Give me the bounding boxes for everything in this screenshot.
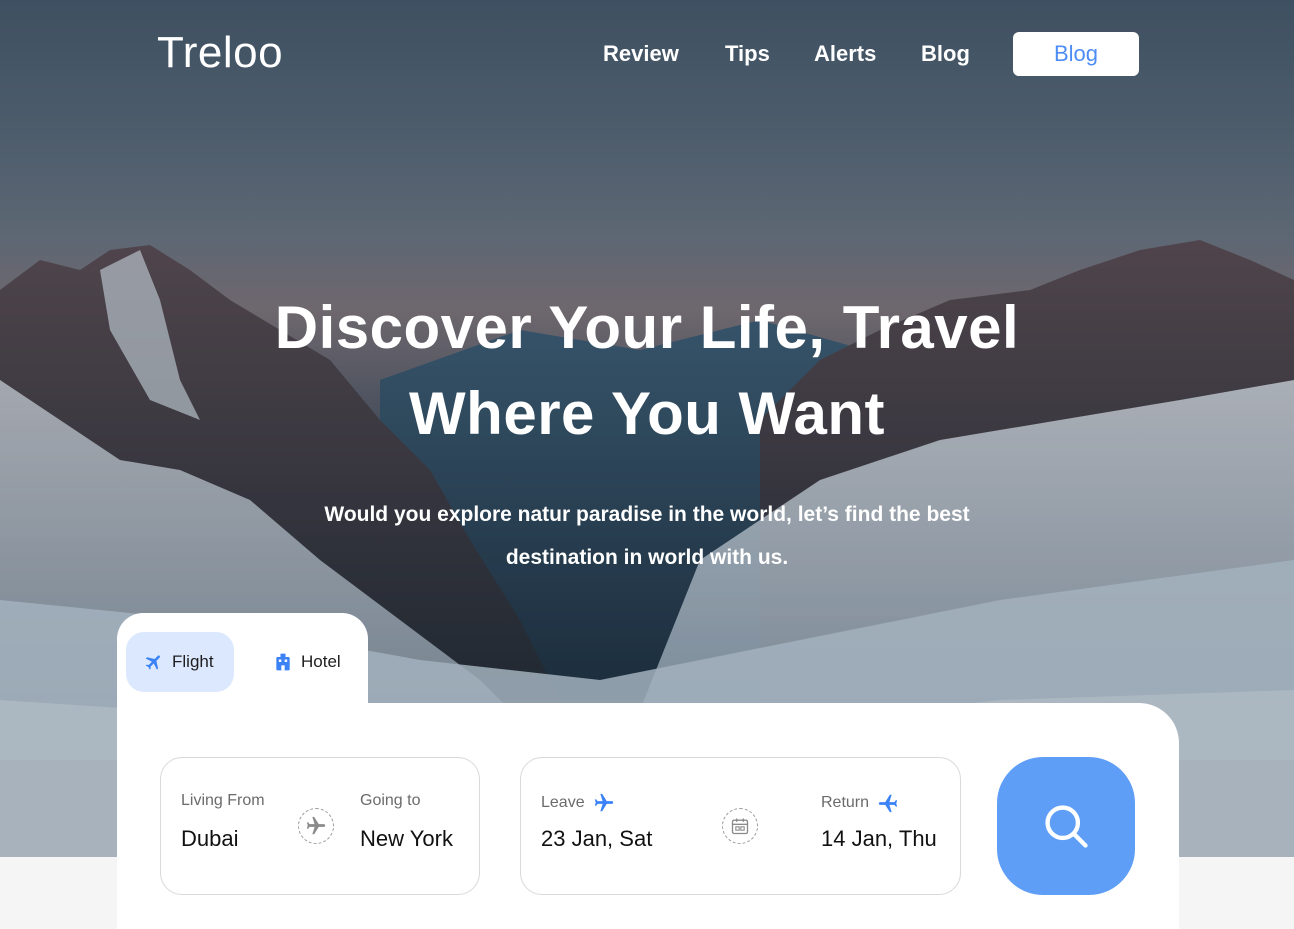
- nav-link-blog[interactable]: Blog: [921, 40, 970, 68]
- leave-date-field[interactable]: 23 Jan, Sat: [541, 826, 652, 852]
- date-selector[interactable]: Leave 23 Jan, Sat Return 14 Jan, Thu: [520, 757, 961, 895]
- nav-link-review[interactable]: Review: [603, 40, 679, 68]
- hero-subtitle: Would you explore natur paradise in the …: [0, 493, 1294, 579]
- to-field[interactable]: New York: [360, 826, 453, 852]
- from-field[interactable]: Dubai: [181, 826, 238, 852]
- return-plane-icon: [878, 794, 898, 813]
- route-selector[interactable]: Living From Dubai Going to New York: [160, 757, 480, 895]
- brand-logo[interactable]: Treloo: [157, 28, 283, 78]
- nav-link-tips[interactable]: Tips: [725, 40, 770, 68]
- swap-route-button[interactable]: [298, 808, 334, 844]
- nav-link-alerts[interactable]: Alerts: [814, 40, 876, 68]
- return-label: Return: [821, 794, 870, 811]
- calendar-icon: [731, 818, 749, 835]
- search-button[interactable]: [997, 757, 1135, 895]
- from-label: Living From: [181, 792, 265, 809]
- tab-hotel-label: Hotel: [301, 652, 341, 671]
- calendar-button[interactable]: [722, 808, 758, 844]
- departure-plane-icon: [594, 793, 613, 812]
- tab-flight[interactable]: Flight: [126, 632, 234, 692]
- hotel-icon: [276, 653, 290, 671]
- to-label: Going to: [360, 792, 421, 809]
- hero-subtitle-line-1: Would you explore natur paradise in the …: [324, 503, 970, 526]
- search-icon: [1045, 805, 1088, 848]
- leave-label-group: Leave: [541, 792, 615, 814]
- hero-headline-line-1: Discover Your Life, Travel: [274, 294, 1020, 361]
- flight-search-panel: Living From Dubai Going to New York Leav…: [117, 703, 1179, 929]
- airplane-icon: [306, 816, 326, 835]
- tab-hotel[interactable]: Hotel: [255, 632, 365, 692]
- hero-headline: Discover Your Life, Travel Where You Wan…: [0, 285, 1294, 457]
- return-date-field[interactable]: 14 Jan, Thu: [821, 826, 937, 852]
- airplane-icon: [145, 655, 160, 670]
- hero-headline-line-2: Where You Want: [409, 380, 885, 447]
- nav-blog-button[interactable]: Blog: [1013, 32, 1139, 76]
- leave-label: Leave: [541, 794, 585, 811]
- tab-flight-label: Flight: [172, 652, 214, 671]
- return-label-group: Return: [821, 792, 899, 814]
- hero-subtitle-line-2: destination in world with us.: [505, 546, 789, 569]
